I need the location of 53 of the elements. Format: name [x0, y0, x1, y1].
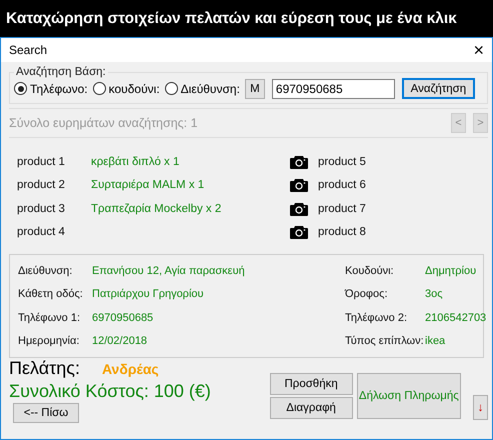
product-label: product 5: [318, 156, 367, 168]
camera-icon[interactable]: [290, 178, 308, 192]
banner-title: Καταχώρηση στοιχείων πελατών και εύρεση τους με ένα κλικ: [6, 10, 457, 28]
camera-icon[interactable]: [290, 154, 308, 169]
field-value: Πατριάρχου Γρηγορίου: [92, 288, 205, 300]
field-value: 12/02/2018: [92, 335, 148, 348]
field-label: Ημερομηνία:: [18, 335, 80, 348]
field-value: Επανήσου 12, Αγία παρασκευή: [92, 264, 246, 277]
product-item: Συρταριέρα MALM x 1: [91, 179, 206, 192]
field-label: Τηλέφωνο 1:: [18, 312, 82, 324]
search-field[interactable]: 6970950685: [272, 78, 395, 98]
delete-button[interactable]: Διαγραφή: [270, 397, 353, 419]
field-label: Όροφος:: [345, 288, 389, 300]
product-item: κρεβάτι διπλό x 1: [91, 156, 180, 168]
radio-button[interactable]: [92, 82, 106, 95]
product-label: product 2: [17, 179, 66, 192]
field-label: Διεύθυνση:: [18, 264, 74, 277]
customer-name: Ανδρέας: [102, 360, 159, 376]
product-label: product 7: [318, 202, 367, 215]
field-value: 6970950685: [92, 312, 154, 324]
close-button[interactable]: ×: [465, 40, 492, 60]
field-value: Δημητρίου: [425, 264, 478, 277]
total-cost: Συνολικό Κόστος: 100 (€): [9, 381, 212, 402]
radio-button[interactable]: [164, 82, 178, 95]
field-label: Κουδούνι:: [345, 264, 395, 277]
product-label: product 6: [318, 179, 367, 192]
payment-button[interactable]: Δήλωση Πληρωμής: [356, 373, 462, 419]
customer-label: Πελάτης:: [9, 358, 80, 379]
group-label: Αναζήτηση Βάση:: [15, 66, 107, 78]
field-value: 2106542703: [425, 312, 486, 324]
radio-button[interactable]: [14, 82, 27, 95]
add-button[interactable]: Προσθήκη: [270, 373, 353, 395]
camera-icon[interactable]: [290, 202, 308, 216]
m-button[interactable]: M: [244, 78, 265, 98]
radio-option[interactable]: κουδούνι:: [92, 82, 160, 96]
search-button[interactable]: Αναζήτηση: [402, 78, 475, 99]
field-label: Τηλέφωνο 2:: [345, 312, 408, 324]
results-count: Σύνολο ευρημάτων αναζήτησης: 1: [9, 116, 199, 130]
field-label: Κάθετη οδός:: [18, 288, 84, 300]
down-button[interactable]: ↓: [473, 395, 488, 420]
field-label: Τύπος επίπλων:: [345, 335, 425, 348]
window-title: Search: [9, 43, 48, 57]
product-label: product 1: [17, 156, 66, 168]
product-label: product 3: [17, 202, 66, 215]
product-label: product 8: [318, 226, 367, 238]
camera-icon[interactable]: [290, 225, 308, 240]
field-value: 3ος: [425, 288, 444, 300]
radio-option[interactable]: Τηλέφωνο:: [14, 82, 88, 96]
back-button[interactable]: <-- Πίσω: [13, 403, 79, 423]
product-label: product 4: [17, 226, 66, 238]
radio-option[interactable]: Διεύθυνση:: [164, 82, 240, 96]
field-value: ikea: [425, 335, 446, 348]
product-item: Τραπεζαρία Mockelby x 2: [91, 202, 222, 215]
